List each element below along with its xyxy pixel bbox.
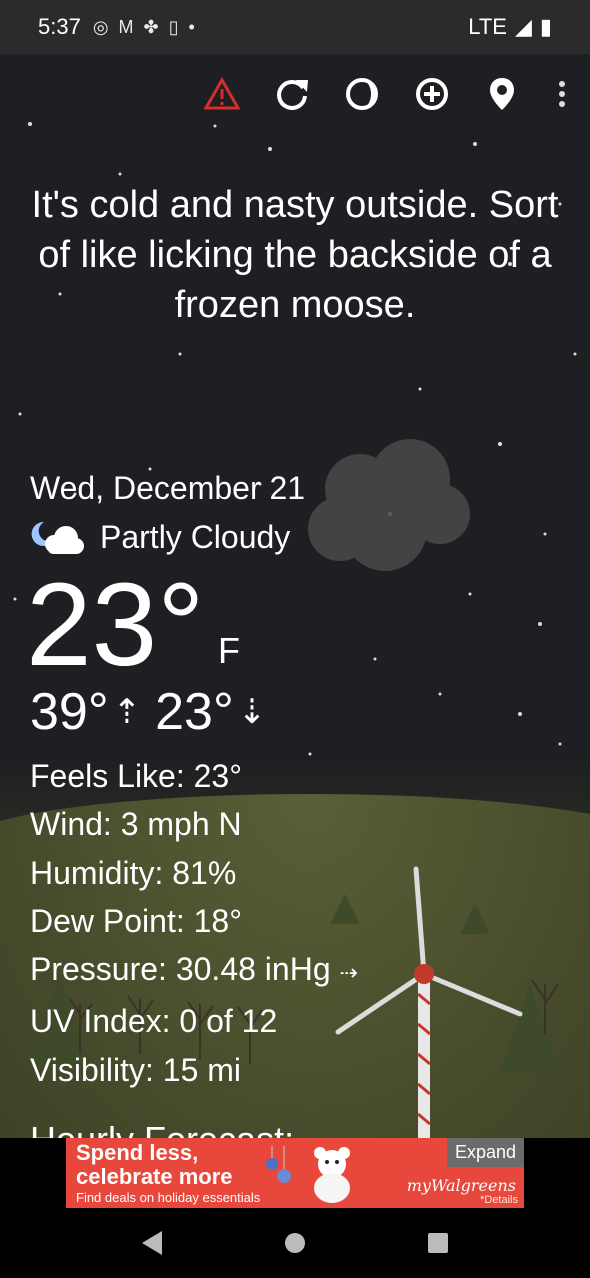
theme-button[interactable] (344, 76, 380, 112)
back-triangle-icon (141, 1231, 162, 1255)
hourly-forecast-heading: Hourly Forecast: (30, 1118, 294, 1138)
navigation-bar (0, 1208, 590, 1278)
back-button[interactable] (132, 1223, 172, 1263)
uv-index: UV Index: 0 of 12 (30, 1003, 278, 1040)
dot-icon: • (188, 16, 195, 37)
ad-subtext: Find deals on holiday essentials (76, 1190, 261, 1205)
home-circle-icon (284, 1233, 305, 1253)
more-vert-icon (559, 81, 565, 107)
teddy-bear-image (314, 1147, 350, 1203)
low-temperature: 23° (155, 683, 234, 741)
refresh-icon (277, 80, 308, 110)
windmill (335, 866, 523, 1138)
moon-phase-icon (346, 78, 378, 110)
arrow-up-icon: ⇡ (112, 693, 142, 731)
pressure: Pressure: 30.48 inHg (30, 951, 331, 988)
humidity: Humidity: 81% (30, 854, 237, 891)
pressure-row: Pressure: 30.48 inHg ⇢ (30, 945, 358, 997)
wind: Wind: 3 mph N (30, 806, 242, 843)
feels-like: Feels Like: 23° (30, 758, 243, 794)
ad-expand-button[interactable]: Expand (446, 1138, 524, 1167)
recents-button[interactable] (418, 1223, 458, 1263)
condition-row: Partly Cloudy (30, 518, 290, 556)
ad-brand: myWalgreens (406, 1176, 516, 1195)
home-button[interactable] (275, 1223, 315, 1263)
temperature-unit: F (218, 630, 240, 671)
ad-details-link[interactable]: *Details (480, 1194, 518, 1206)
ad-banner[interactable]: Spend less, celebrate more Find deals on… (66, 1138, 524, 1208)
high-low-row: 39° ⇡ 23° ⇣ (30, 682, 266, 742)
refresh-button[interactable] (274, 76, 310, 112)
weather-quote: It's cold and nasty outside. Sort of lik… (31, 184, 559, 326)
gmail-icon: M (118, 16, 134, 37)
map-pin-icon (490, 78, 514, 110)
add-location-button[interactable] (414, 76, 450, 112)
weather-details: Feels Like: 23° Wind: 3 mph N Humidity: … (30, 752, 358, 1094)
instagram-icon: ◎ (92, 16, 109, 37)
warning-icon (204, 77, 240, 110)
toolbar (204, 54, 590, 134)
battery-icon: ▮ (539, 14, 552, 39)
status-time: 5:37 (38, 14, 81, 39)
phone-icon: ▯ (168, 16, 179, 37)
condition-label: Partly Cloudy (100, 518, 291, 555)
current-temperature: 23° (26, 559, 205, 691)
recents-square-icon (428, 1233, 449, 1253)
ornament-icon (266, 1146, 291, 1183)
high-temperature: 39° (30, 683, 109, 741)
visibility: Visibility: 15 mi (30, 1051, 242, 1088)
pinwheel-icon: ✤ (143, 16, 159, 37)
network-label: LTE (468, 14, 507, 39)
plus-circle-icon (416, 78, 448, 110)
forecast-date: Wed, December 21 (30, 470, 306, 506)
ad-headline-1: Spend less, (76, 1140, 199, 1165)
location-button[interactable] (484, 76, 520, 112)
overflow-menu-button[interactable] (554, 76, 570, 112)
dew-point: Dew Point: 18° (30, 902, 243, 939)
ad-headline-2: celebrate more (76, 1164, 233, 1189)
background-cloud (308, 439, 470, 571)
status-bar: 5:37 ◎ M ✤ ▯ • LTE ◢ ▮ (0, 0, 590, 54)
pressure-trend-arrow-icon: ⇢ (339, 960, 358, 986)
alert-button[interactable] (204, 76, 240, 112)
arrow-down-icon: ⇣ (237, 693, 267, 731)
partly-cloudy-night-icon (31, 521, 84, 554)
signal-icon: ◢ (514, 14, 532, 39)
